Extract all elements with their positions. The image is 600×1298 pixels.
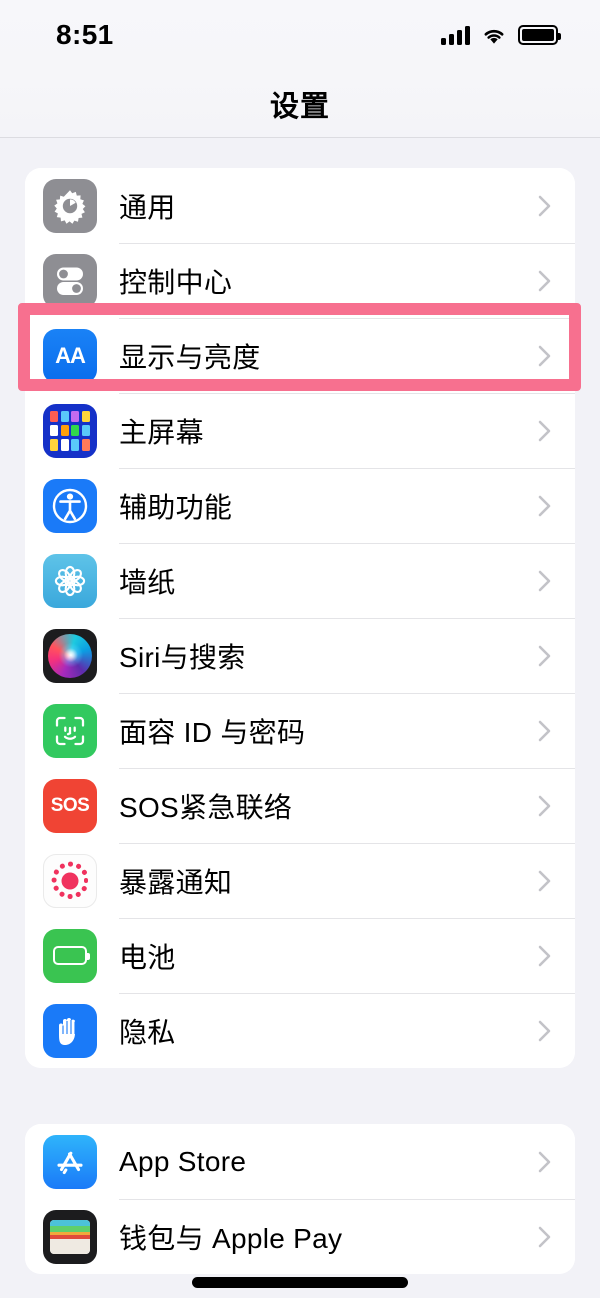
wifi-icon: [484, 29, 504, 44]
siri-orb-glyph: [48, 633, 92, 678]
settings-row-label: SOS紧急联络: [119, 791, 293, 823]
wallpaper-icon: [43, 553, 97, 608]
page-title: 设置: [269, 90, 330, 123]
gear-icon: [43, 178, 97, 233]
settings-row-general[interactable]: 通用: [25, 168, 575, 243]
cellular-signal-icon: [441, 25, 470, 45]
privacy-hand-icon: [43, 1003, 97, 1058]
chevron-right-icon: [537, 342, 553, 370]
chevron-right-icon: [537, 717, 553, 745]
chevron-right-icon: [537, 867, 553, 895]
battery-icon: [43, 928, 97, 983]
settings-row-wallpaper[interactable]: 墙纸: [25, 543, 575, 618]
wallet-icon: [43, 1209, 97, 1264]
exposure-ring-glyph: [49, 860, 91, 902]
wallet-cards-glyph: [50, 1219, 90, 1254]
settings-row-label: 暴露通知: [119, 866, 233, 898]
chevron-right-icon: [537, 1148, 553, 1176]
status-bar-time: 8:51: [56, 19, 114, 50]
chevron-right-icon: [537, 642, 553, 670]
settings-row-battery[interactable]: 电池: [25, 918, 575, 993]
chevron-right-icon: [537, 192, 553, 220]
settings-row-app-store[interactable]: App Store: [25, 1124, 575, 1199]
chevron-right-icon: [537, 417, 553, 445]
settings-row-label: 控制中心: [119, 266, 233, 298]
settings-row-label: 电池: [119, 941, 176, 973]
chevron-right-icon: [537, 1223, 553, 1251]
settings-row-label: 主屏幕: [119, 416, 204, 448]
settings-group-system: 通用 控制中心 AA 显示与亮度 主屏幕 辅助功能 墙纸 Siri与搜索 面容 …: [25, 168, 575, 1068]
settings-row-label: 辅助功能: [119, 491, 233, 523]
siri-icon: [43, 628, 97, 683]
sos-glyph: SOS: [50, 794, 90, 816]
chevron-right-icon: [537, 267, 553, 295]
battery-full-icon: [518, 25, 561, 45]
chevron-right-icon: [537, 792, 553, 820]
settings-list: 通用 控制中心 AA 显示与亮度 主屏幕 辅助功能 墙纸 Siri与搜索 面容 …: [0, 138, 600, 1298]
settings-row-face-id-passcode[interactable]: 面容 ID 与密码: [25, 693, 575, 768]
app-store-icon: [43, 1134, 97, 1189]
home-screen-grid: [50, 410, 90, 451]
navigation-bar: 设置: [0, 70, 600, 138]
battery-glyph: [53, 946, 90, 965]
settings-row-label: 通用: [119, 191, 176, 223]
home-indicator[interactable]: [192, 1277, 408, 1288]
exposure-notification-icon: [43, 853, 97, 908]
status-bar-indicators: [441, 25, 561, 45]
settings-row-exposure-notifications[interactable]: 暴露通知: [25, 843, 575, 918]
display-brightness-glyph: AA: [55, 342, 86, 368]
chevron-right-icon: [537, 492, 553, 520]
settings-row-label: App Store: [119, 1145, 247, 1177]
settings-row-label: 面容 ID 与密码: [119, 716, 306, 748]
sos-icon: SOS: [43, 778, 97, 833]
display-brightness-icon: AA: [43, 328, 97, 383]
settings-row-display-brightness[interactable]: AA 显示与亮度: [25, 318, 575, 393]
settings-row-label: 显示与亮度: [119, 341, 261, 373]
settings-group-store: App Store 钱包与 Apple Pay: [25, 1124, 575, 1274]
accessibility-icon: [43, 478, 97, 533]
status-bar: 8:51: [0, 0, 600, 70]
settings-row-siri-search[interactable]: Siri与搜索: [25, 618, 575, 693]
settings-row-wallet-apple-pay[interactable]: 钱包与 Apple Pay: [25, 1199, 575, 1274]
chevron-right-icon: [537, 1017, 553, 1045]
chevron-right-icon: [537, 567, 553, 595]
settings-row-accessibility[interactable]: 辅助功能: [25, 468, 575, 543]
home-screen-icon: [43, 403, 97, 458]
settings-row-control-center[interactable]: 控制中心: [25, 243, 575, 318]
settings-row-label: Siri与搜索: [119, 641, 246, 673]
chevron-right-icon: [537, 942, 553, 970]
face-id-icon: [43, 703, 97, 758]
settings-row-label: 钱包与 Apple Pay: [119, 1222, 343, 1254]
settings-row-home-screen[interactable]: 主屏幕: [25, 393, 575, 468]
settings-row-label: 隐私: [119, 1016, 176, 1048]
settings-row-label: 墙纸: [119, 566, 176, 598]
settings-row-emergency-sos[interactable]: SOS SOS紧急联络: [25, 768, 575, 843]
control-center-icon: [43, 253, 97, 308]
settings-row-privacy[interactable]: 隐私: [25, 993, 575, 1068]
